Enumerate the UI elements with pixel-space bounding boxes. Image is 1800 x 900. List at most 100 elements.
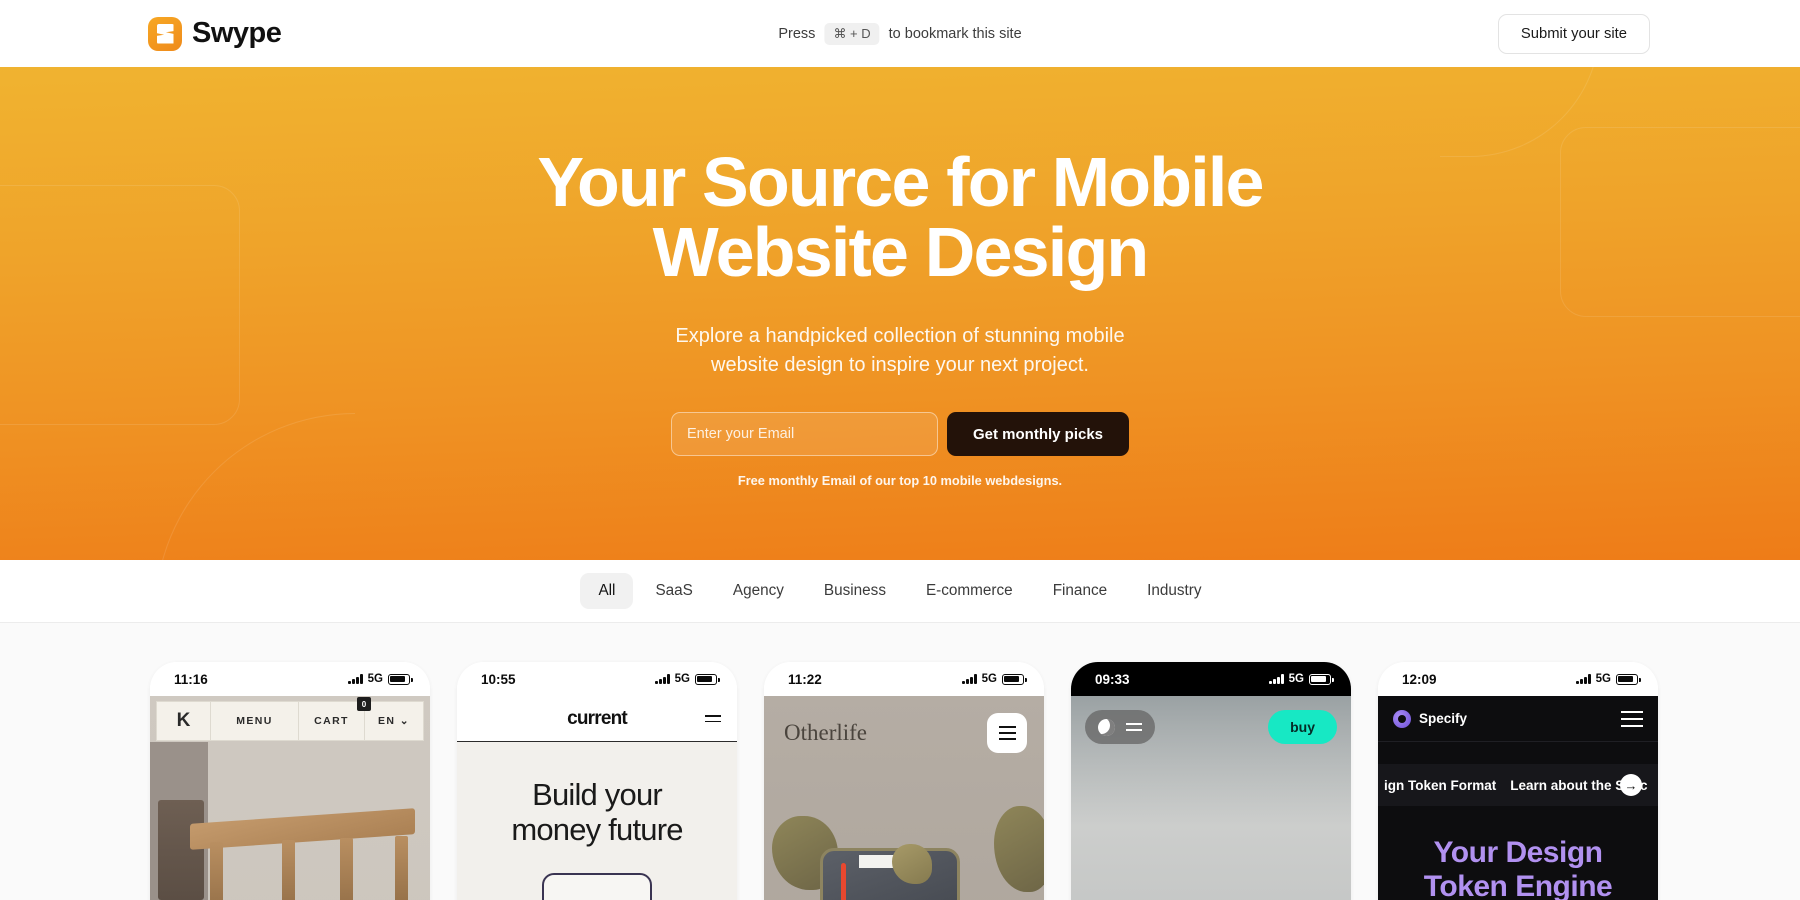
design-gallery: 11:16 5G K MENU CART 0 EN ⌄ 10:55 5G cur… <box>0 623 1800 900</box>
preview-phone-mockup <box>542 873 652 900</box>
preview-nav: Specify <box>1378 696 1658 742</box>
decorative-rect-left <box>0 185 240 425</box>
status-time: 12:09 <box>1402 671 1437 687</box>
preview-announcement-banner: ign Token Format Learn about the Spec → <box>1378 764 1658 806</box>
filter-tab-saas[interactable]: SaaS <box>637 573 710 609</box>
bookmark-hint-suffix: to bookmark this site <box>888 25 1022 42</box>
swype-logo-icon <box>148 16 182 51</box>
preview-buy-button: buy <box>1268 710 1337 744</box>
preview-logo: K <box>157 702 211 740</box>
bookmark-hint: Press ⌘ + D to bookmark this site <box>778 22 1022 45</box>
status-time: 11:16 <box>174 671 208 687</box>
hamburger-menu-icon <box>987 713 1027 753</box>
filter-tab-ecommerce[interactable]: E-commerce <box>908 573 1031 609</box>
network-label: 5G <box>367 673 383 685</box>
network-label: 5G <box>981 673 997 685</box>
brand-logo[interactable]: Swype <box>148 16 282 51</box>
arrow-right-icon: → <box>1620 774 1642 796</box>
preview-heading-line-2: money future <box>511 811 683 847</box>
phone-status-bar: 10:55 5G <box>457 662 737 696</box>
design-card[interactable]: 10:55 5G current Build your money future <box>457 662 737 900</box>
phone-status-bar: 09:33 5G <box>1071 662 1351 696</box>
network-label: 5G <box>1288 673 1304 685</box>
get-monthly-picks-button[interactable]: Get monthly picks <box>946 412 1130 456</box>
signal-icon <box>348 674 363 684</box>
network-label: 5G <box>1595 673 1611 685</box>
email-input[interactable] <box>670 412 938 456</box>
hero-subtitle: Explore a handpicked collection of stunn… <box>675 322 1124 380</box>
category-filter-bar: All SaaS Agency Business E-commerce Fina… <box>0 560 1800 623</box>
signal-icon <box>1576 674 1591 684</box>
preview-logo: Specify <box>1393 709 1468 728</box>
page-title: Your Source for Mobile Website Design <box>537 147 1264 287</box>
hamburger-menu-icon <box>1126 723 1142 731</box>
preview-heading-line-1: Build your <box>532 777 663 812</box>
status-time: 09:33 <box>1095 671 1130 687</box>
hamburger-menu-icon <box>705 714 721 723</box>
decorative-arc-left <box>155 413 355 560</box>
preview-nav: K MENU CART 0 EN ⌄ <box>156 697 424 741</box>
battery-icon <box>388 673 413 685</box>
banner-text-left: ign Token Format <box>1384 777 1497 793</box>
filter-tab-agency[interactable]: Agency <box>715 573 802 609</box>
decorative-rock <box>994 806 1044 892</box>
moon-icon <box>1098 718 1115 736</box>
design-card[interactable]: 09:33 5G buy <box>1071 662 1351 900</box>
filter-tab-industry[interactable]: Industry <box>1129 573 1219 609</box>
phone-status-bar: 11:22 5G <box>764 662 1044 696</box>
signal-icon <box>655 674 670 684</box>
network-label: 5G <box>674 673 690 685</box>
preview-brand-name: Specify <box>1419 711 1468 726</box>
site-header: Swype Press ⌘ + D to bookmark this site … <box>0 0 1800 67</box>
newsletter-note: Free monthly Email of our top 10 mobile … <box>737 473 1063 488</box>
card-preview: Otherlife <box>764 696 1044 900</box>
newsletter-form: Get monthly picks <box>670 412 1130 456</box>
battery-icon <box>1002 673 1027 685</box>
design-card[interactable]: 11:22 5G Otherlife <box>764 662 1044 900</box>
preview-heading: Build your money future <box>457 777 737 847</box>
preview-nav <box>1085 710 1155 744</box>
hero-subtitle-line-2: website design to inspire your next proj… <box>711 354 1089 376</box>
filter-tab-all[interactable]: All <box>580 573 634 609</box>
decorative-arc-right <box>1440 67 1600 157</box>
battery-icon <box>695 673 720 685</box>
submit-your-site-button[interactable]: Submit your site <box>1497 13 1650 54</box>
preview-nav: current <box>457 696 737 742</box>
bookmark-shortcut-key: ⌘ + D <box>824 22 880 45</box>
preview-heading: Your Design Token Engine <box>1378 836 1658 900</box>
signal-icon <box>1269 674 1284 684</box>
card-preview: Specify ign Token Format Learn about the… <box>1378 696 1658 900</box>
bookmark-hint-prefix: Press <box>778 25 816 42</box>
preview-product-image <box>820 848 960 900</box>
hero-section: Your Source for Mobile Website Design Ex… <box>0 67 1800 560</box>
signal-icon <box>962 674 977 684</box>
status-time: 11:22 <box>788 671 822 687</box>
preview-logo: current <box>567 707 628 729</box>
hero-title-line-2: Website Design <box>652 213 1150 291</box>
chevron-down-icon: ⌄ <box>399 715 410 727</box>
filter-tab-finance[interactable]: Finance <box>1035 573 1125 609</box>
preview-menu-link: MENU <box>211 702 299 740</box>
preview-heading-line-2: Token Engine <box>1423 869 1613 900</box>
filter-tab-business[interactable]: Business <box>806 573 904 609</box>
battery-icon <box>1309 673 1334 685</box>
phone-status-bar: 11:16 5G <box>150 662 430 696</box>
hero-title-line-1: Your Source for Mobile <box>537 143 1264 221</box>
preview-heading-line-1: Your Design <box>1433 836 1603 869</box>
card-preview: current Build your money future <box>457 696 737 900</box>
battery-icon <box>1616 673 1641 685</box>
hamburger-menu-icon <box>1621 710 1643 727</box>
card-preview: buy <box>1071 696 1351 900</box>
decorative-rect-right <box>1560 127 1800 317</box>
specify-logo-icon <box>1393 709 1411 728</box>
hero-subtitle-line-1: Explore a handpicked collection of stunn… <box>675 325 1125 347</box>
design-card[interactable]: 11:16 5G K MENU CART 0 EN ⌄ <box>150 662 430 900</box>
preview-language-label: EN <box>378 715 396 727</box>
phone-status-bar: 12:09 5G <box>1378 662 1658 696</box>
design-card[interactable]: 12:09 5G Specify ign Token Format Learn … <box>1378 662 1658 900</box>
preview-language-select: EN ⌄ <box>365 702 423 740</box>
preview-cart-link: CART 0 <box>299 697 371 740</box>
status-time: 10:55 <box>481 671 516 687</box>
card-preview: K MENU CART 0 EN ⌄ <box>150 696 430 900</box>
preview-cart-label: CART <box>314 715 349 727</box>
